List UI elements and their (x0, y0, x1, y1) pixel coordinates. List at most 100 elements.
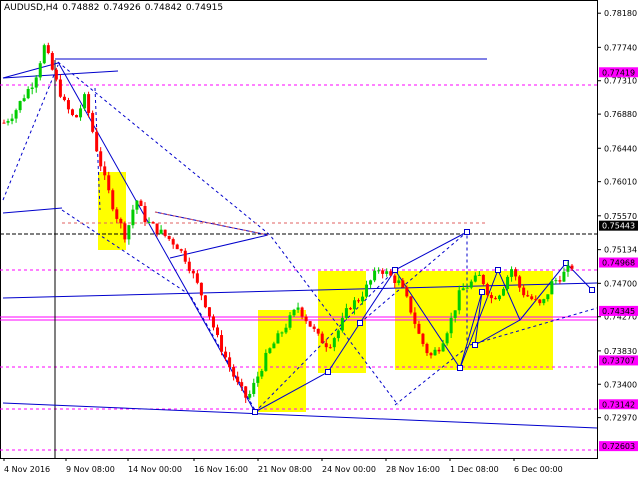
candle-body (397, 280, 401, 283)
candle-body (320, 333, 324, 344)
time-tick-label: 9 Nov 08:00 (66, 465, 115, 474)
zone-1 (98, 172, 126, 250)
candle-body (502, 288, 506, 296)
candle-body (361, 296, 365, 302)
time-axis: 4 Nov 2016 9 Nov 08:00 14 Nov 00:00 16 Nov … (3, 458, 563, 474)
candle-body (332, 338, 336, 348)
candle-body (421, 333, 425, 344)
candle-body (433, 349, 437, 356)
price-tag-label: 0.74345 (602, 307, 635, 316)
candle-body (147, 222, 151, 224)
candle-body (284, 327, 288, 333)
candle-body (30, 87, 34, 89)
candle-body (506, 276, 510, 289)
time-tick-label: 4 Nov 2016 (4, 465, 50, 474)
candle-body (449, 317, 453, 334)
candle-body (489, 295, 493, 299)
pivot-marker (464, 229, 470, 235)
candle-body (2, 122, 6, 124)
pivot-marker (479, 289, 485, 295)
candle-body (324, 343, 328, 348)
high-value: 0.74926 (103, 3, 141, 13)
upper-left-line-b (2, 62, 59, 79)
candle-body (203, 295, 207, 308)
candle-body (409, 296, 413, 313)
candle-body (453, 310, 457, 318)
candle-body (216, 327, 220, 336)
candle-body (6, 121, 10, 123)
price-tick-label: 0.75134 (604, 246, 637, 255)
price-tick-label: 0.77740 (604, 43, 637, 52)
candle-body (183, 250, 187, 262)
candle-body (46, 45, 50, 54)
candle-body (66, 100, 70, 110)
candle-body (260, 370, 264, 377)
candle-body (179, 249, 183, 251)
candle-body (103, 166, 107, 176)
candle-body (199, 282, 203, 296)
candle-body (445, 333, 449, 344)
candle-body (167, 235, 171, 240)
candle-body (534, 299, 538, 301)
candle-body (10, 118, 14, 122)
candle-body (224, 351, 228, 358)
candle-body (300, 307, 304, 317)
candle-body (292, 309, 296, 316)
open-value: 0.74882 (62, 3, 100, 13)
candle-body (417, 323, 421, 334)
candle-body (240, 382, 244, 387)
candle-body (469, 281, 473, 288)
candle-body (352, 300, 356, 310)
candle-body (119, 218, 123, 224)
candle-body (195, 273, 199, 283)
price-tick-label: 0.78180 (604, 9, 637, 18)
candle-body (316, 328, 320, 334)
candle-body (558, 280, 562, 282)
candle-body (570, 265, 574, 269)
candle-body (381, 270, 385, 274)
candle-body (34, 77, 38, 88)
candle-body (530, 296, 534, 300)
candle-body (207, 307, 211, 317)
time-tick-label: 24 Nov 00:00 (322, 465, 376, 474)
candle-body (236, 376, 240, 383)
candle-body (252, 382, 256, 394)
candle-body (373, 270, 377, 281)
candle-body (429, 353, 433, 356)
candle-body (50, 53, 54, 70)
price-chart[interactable]: 0.78180 0.77740 0.77310 0.76880 0.76440 0.760… (0, 0, 640, 480)
candle-body (393, 275, 397, 283)
candle-body (139, 200, 143, 206)
candle-body (155, 223, 159, 234)
candle-body (14, 110, 18, 119)
candle-body (493, 298, 497, 300)
candle-body (127, 225, 131, 240)
candle-body (232, 366, 236, 377)
candle-body (473, 275, 477, 282)
candle-body (340, 317, 344, 331)
price-tick-label: 0.77310 (604, 77, 637, 86)
price-tag-label: 0.72603 (602, 442, 635, 451)
candle-body (62, 96, 66, 101)
candle-body (75, 115, 79, 118)
candle-body (377, 270, 381, 272)
price-tag-label: 0.74968 (602, 259, 635, 268)
candle-body (526, 295, 530, 297)
candle-body (510, 269, 514, 277)
candle-body (276, 333, 280, 344)
candle-body (308, 321, 312, 327)
candle-body (304, 316, 308, 322)
candle-body (437, 349, 441, 352)
candle-body (312, 326, 316, 329)
chart-title: AUDUSD,H4 0.74882 0.74926 0.74842 0.74915 (4, 3, 223, 13)
price-tag-label: 0.75443 (602, 222, 635, 231)
candle-body (465, 287, 469, 289)
candle-body (441, 343, 445, 352)
pivot-marker (589, 287, 595, 293)
candle-body (280, 332, 284, 334)
candle-body (256, 376, 260, 383)
candle-body (135, 200, 139, 210)
candle-body (187, 261, 191, 271)
time-tick-label: 1 Dec 08:00 (450, 465, 499, 474)
candle-body (461, 288, 465, 291)
